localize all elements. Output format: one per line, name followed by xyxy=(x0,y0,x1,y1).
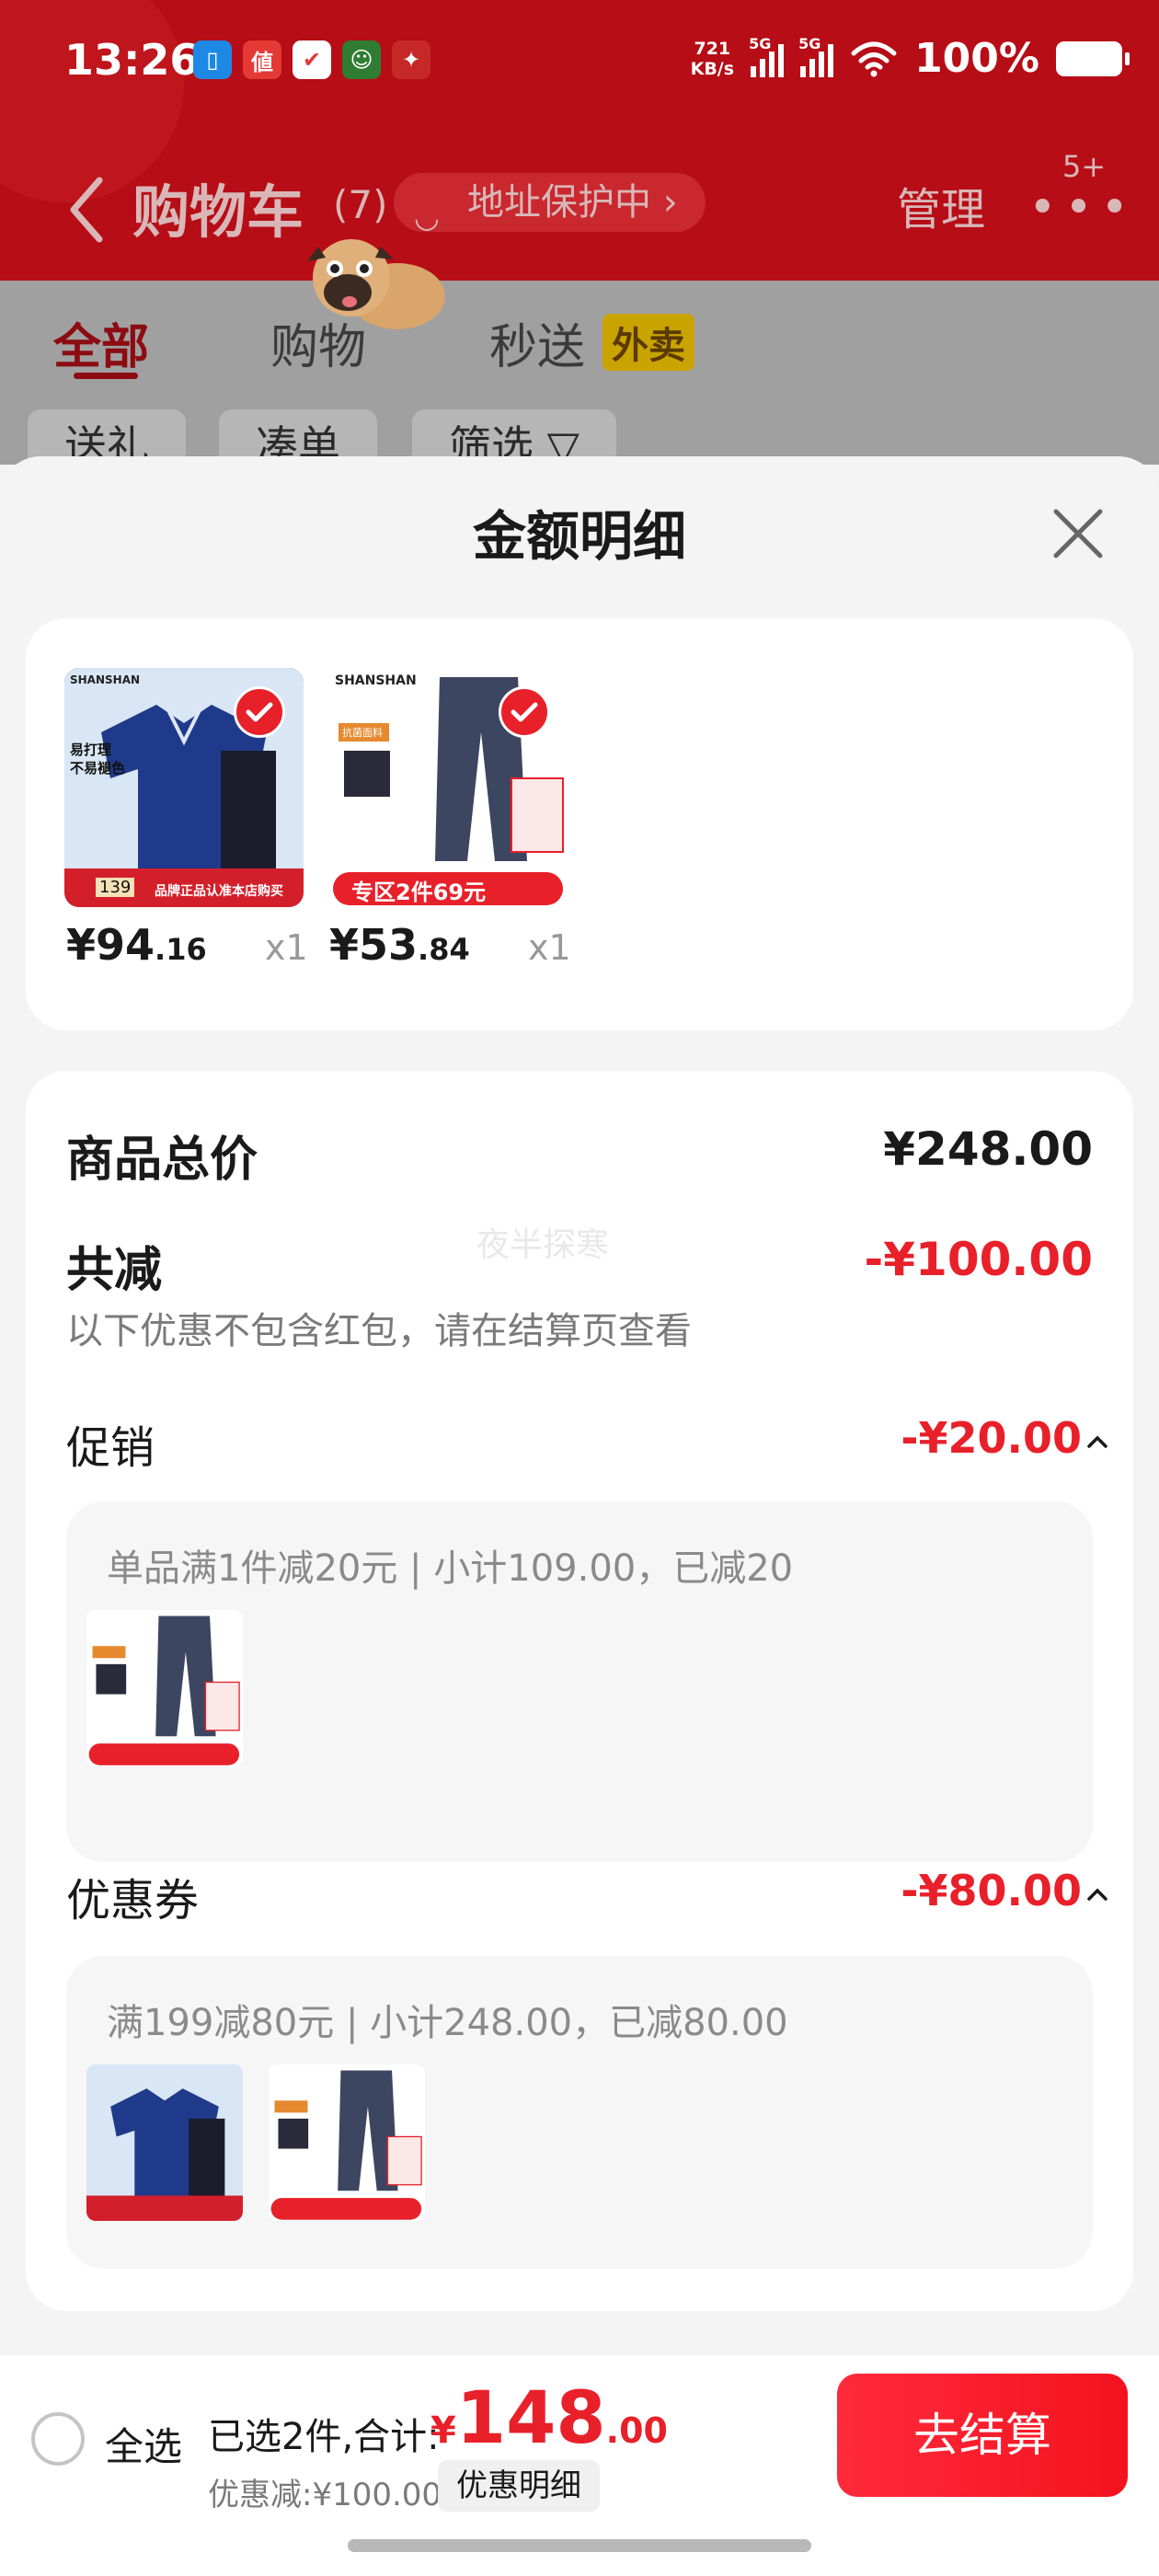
battery-percent: 100% xyxy=(914,35,1039,82)
address-protection-pill[interactable]: ◡ 地址保护中 › xyxy=(394,173,706,235)
promotion-product-thumbnail[interactable] xyxy=(86,1610,243,1766)
chevron-right-icon: › xyxy=(662,181,678,224)
chevron-up-icon[interactable] xyxy=(1084,1428,1111,1455)
pants-image xyxy=(269,2064,425,2221)
polo-price-tag: 139 xyxy=(96,878,135,897)
cart-tabs: 全部 购物 秒送 外卖 送礼 凑单 筛选 ▽ xyxy=(0,281,1159,483)
product-qty-2: x1 xyxy=(528,927,571,968)
signal-icon: 5G xyxy=(749,35,785,77)
coupon-detail-box: 满199减80元 | 小计248.00，已减80.00 xyxy=(66,1956,1093,2269)
discount-summary: 优惠减:¥100.00 xyxy=(208,2477,442,2513)
brand-label: SHANSHAN xyxy=(70,673,141,686)
coupon-value[interactable]: -¥80.00 xyxy=(901,1866,1082,1915)
app-notification-icon: ☺ xyxy=(342,40,381,79)
home-indicator[interactable] xyxy=(348,2539,811,2552)
status-bar: 13:26 ▯ 値 ✔ ☺ ✦ 721 KB/s 5G 5G 100% xyxy=(0,0,1159,129)
cart-navbar: 购物车 (7) ◡ 地址保护中 › 管理 5+ • • • xyxy=(0,149,1159,258)
sig-label: 5G xyxy=(798,34,821,52)
total-decimal: .00 xyxy=(605,2410,668,2451)
app-notification-icon: ✔ xyxy=(293,40,331,79)
sheet-title: 金额明细 xyxy=(472,505,686,568)
product-thumbnail-polo[interactable]: SHANSHAN 易打理 不易褪色 139 品牌正品认准本店购买 xyxy=(64,668,304,907)
select-all-radio[interactable] xyxy=(31,2412,85,2466)
checked-icon[interactable] xyxy=(499,686,550,738)
net-speed-unit: KB/s xyxy=(690,58,735,79)
promotion-detail-box: 单品满1件减20元 | 小计109.00，已减20 xyxy=(66,1501,1093,1862)
product-qty-1: x1 xyxy=(265,927,308,968)
promotion-label: 促销 xyxy=(66,1422,155,1474)
sig-label: 5G xyxy=(749,34,772,52)
app-notification-icon: ▯ xyxy=(193,40,232,79)
price-details-card: 商品总价 ¥248.00 共减 夜半探寒 -¥100.00 以下优惠不包含红包，… xyxy=(26,1071,1133,2311)
coupon-label: 优惠券 xyxy=(66,1875,200,1926)
checkout-button[interactable]: 去结算 xyxy=(837,2374,1128,2497)
close-icon[interactable] xyxy=(1049,504,1107,563)
total-price-label: 商品总价 xyxy=(66,1133,258,1188)
price-dec: .16 xyxy=(155,932,207,967)
pants-tag: 抗菌面料 xyxy=(342,727,383,739)
discount-detail-button[interactable]: 优惠明细 xyxy=(438,2460,600,2512)
chevron-up-icon[interactable] xyxy=(1084,1880,1111,1908)
tab-underline xyxy=(74,373,138,379)
status-time: 13:26 xyxy=(64,35,200,85)
total-integer: 148 xyxy=(455,2377,606,2460)
pants-banner: 专区2件69元 xyxy=(351,880,487,905)
reduce-note: 以下优惠不包含红包，请在结算页查看 xyxy=(66,1310,692,1352)
wifi-icon xyxy=(851,41,897,76)
page-title: 购物车 xyxy=(132,178,304,246)
tab-all[interactable]: 全部 xyxy=(53,308,149,377)
promotion-description: 单品满1件减20元 | 小计109.00，已减20 xyxy=(107,1547,794,1590)
selected-products-card: SHANSHAN 易打理 不易褪色 139 品牌正品认准本店购买 ¥94.16 … xyxy=(26,618,1133,1030)
takeaway-tag: 外卖 xyxy=(602,314,694,371)
app-notification-icon: ✦ xyxy=(392,40,430,79)
brand-label: SHANSHAN xyxy=(335,673,417,688)
polo-shirt-image xyxy=(86,2064,243,2221)
net-speed-value: 721 xyxy=(694,38,731,59)
net-speed: 721 KB/s xyxy=(691,39,734,79)
cart-count: (7) xyxy=(333,182,388,227)
manage-button[interactable]: 管理 xyxy=(897,173,985,237)
more-dots-icon[interactable]: • • • xyxy=(1028,180,1129,236)
coupon-product-thumbnail[interactable] xyxy=(86,2064,243,2221)
reduce-value: -¥100.00 xyxy=(864,1233,1094,1286)
status-right: 721 KB/s 5G 5G 100% xyxy=(691,35,1130,82)
amount-detail-sheet: 金额明细 SHANSHAN 易打理 不易褪色 139 品牌正品认准本店购买 ¥9… xyxy=(0,456,1159,2576)
product-price-1: ¥94.16 xyxy=(66,920,207,970)
checked-icon[interactable] xyxy=(234,686,285,738)
price-int: ¥53 xyxy=(329,920,419,970)
reduce-label: 共减 xyxy=(66,1243,163,1298)
total-amount: ¥148.00 xyxy=(430,2377,668,2460)
pug-mascot-icon xyxy=(307,239,445,329)
polo-slogan-2: 不易褪色 xyxy=(70,760,126,776)
watermark-text: 夜半探寒 xyxy=(476,1226,610,1264)
coupon-product-thumbnail[interactable] xyxy=(269,2064,425,2221)
selected-summary: 已选2件,合计: xyxy=(208,2416,440,2458)
tab-express[interactable]: 秒送 xyxy=(489,308,585,377)
product-thumbnail-pants[interactable]: SHANSHAN 抗菌面料 专区2件69元 xyxy=(329,668,568,907)
polo-slogan-1: 易打理 xyxy=(70,742,112,758)
coupon-description: 满199减80元 | 小计248.00，已减80.00 xyxy=(107,2002,788,2044)
address-protection-label: 地址保护中 xyxy=(467,181,651,224)
pants-image xyxy=(86,1610,243,1766)
total-price-value: ¥248.00 xyxy=(883,1122,1093,1176)
polo-banner: 品牌正品认准本店购买 xyxy=(155,884,283,899)
message-badge: 5+ xyxy=(1062,149,1107,184)
notification-icons: ▯ 値 ✔ ☺ ✦ xyxy=(193,40,430,79)
app-notification-icon: 値 xyxy=(243,40,281,79)
signal-icon: 5G xyxy=(798,35,834,77)
total-currency: ¥ xyxy=(430,2409,456,2452)
price-int: ¥94 xyxy=(66,920,155,970)
select-all-label[interactable]: 全选 xyxy=(105,2416,182,2472)
battery-icon xyxy=(1056,40,1130,76)
back-arrow-icon[interactable] xyxy=(64,173,110,247)
price-dec: .84 xyxy=(418,932,470,967)
product-price-2: ¥53.84 xyxy=(329,920,470,970)
promotion-value[interactable]: -¥20.00 xyxy=(901,1413,1082,1463)
